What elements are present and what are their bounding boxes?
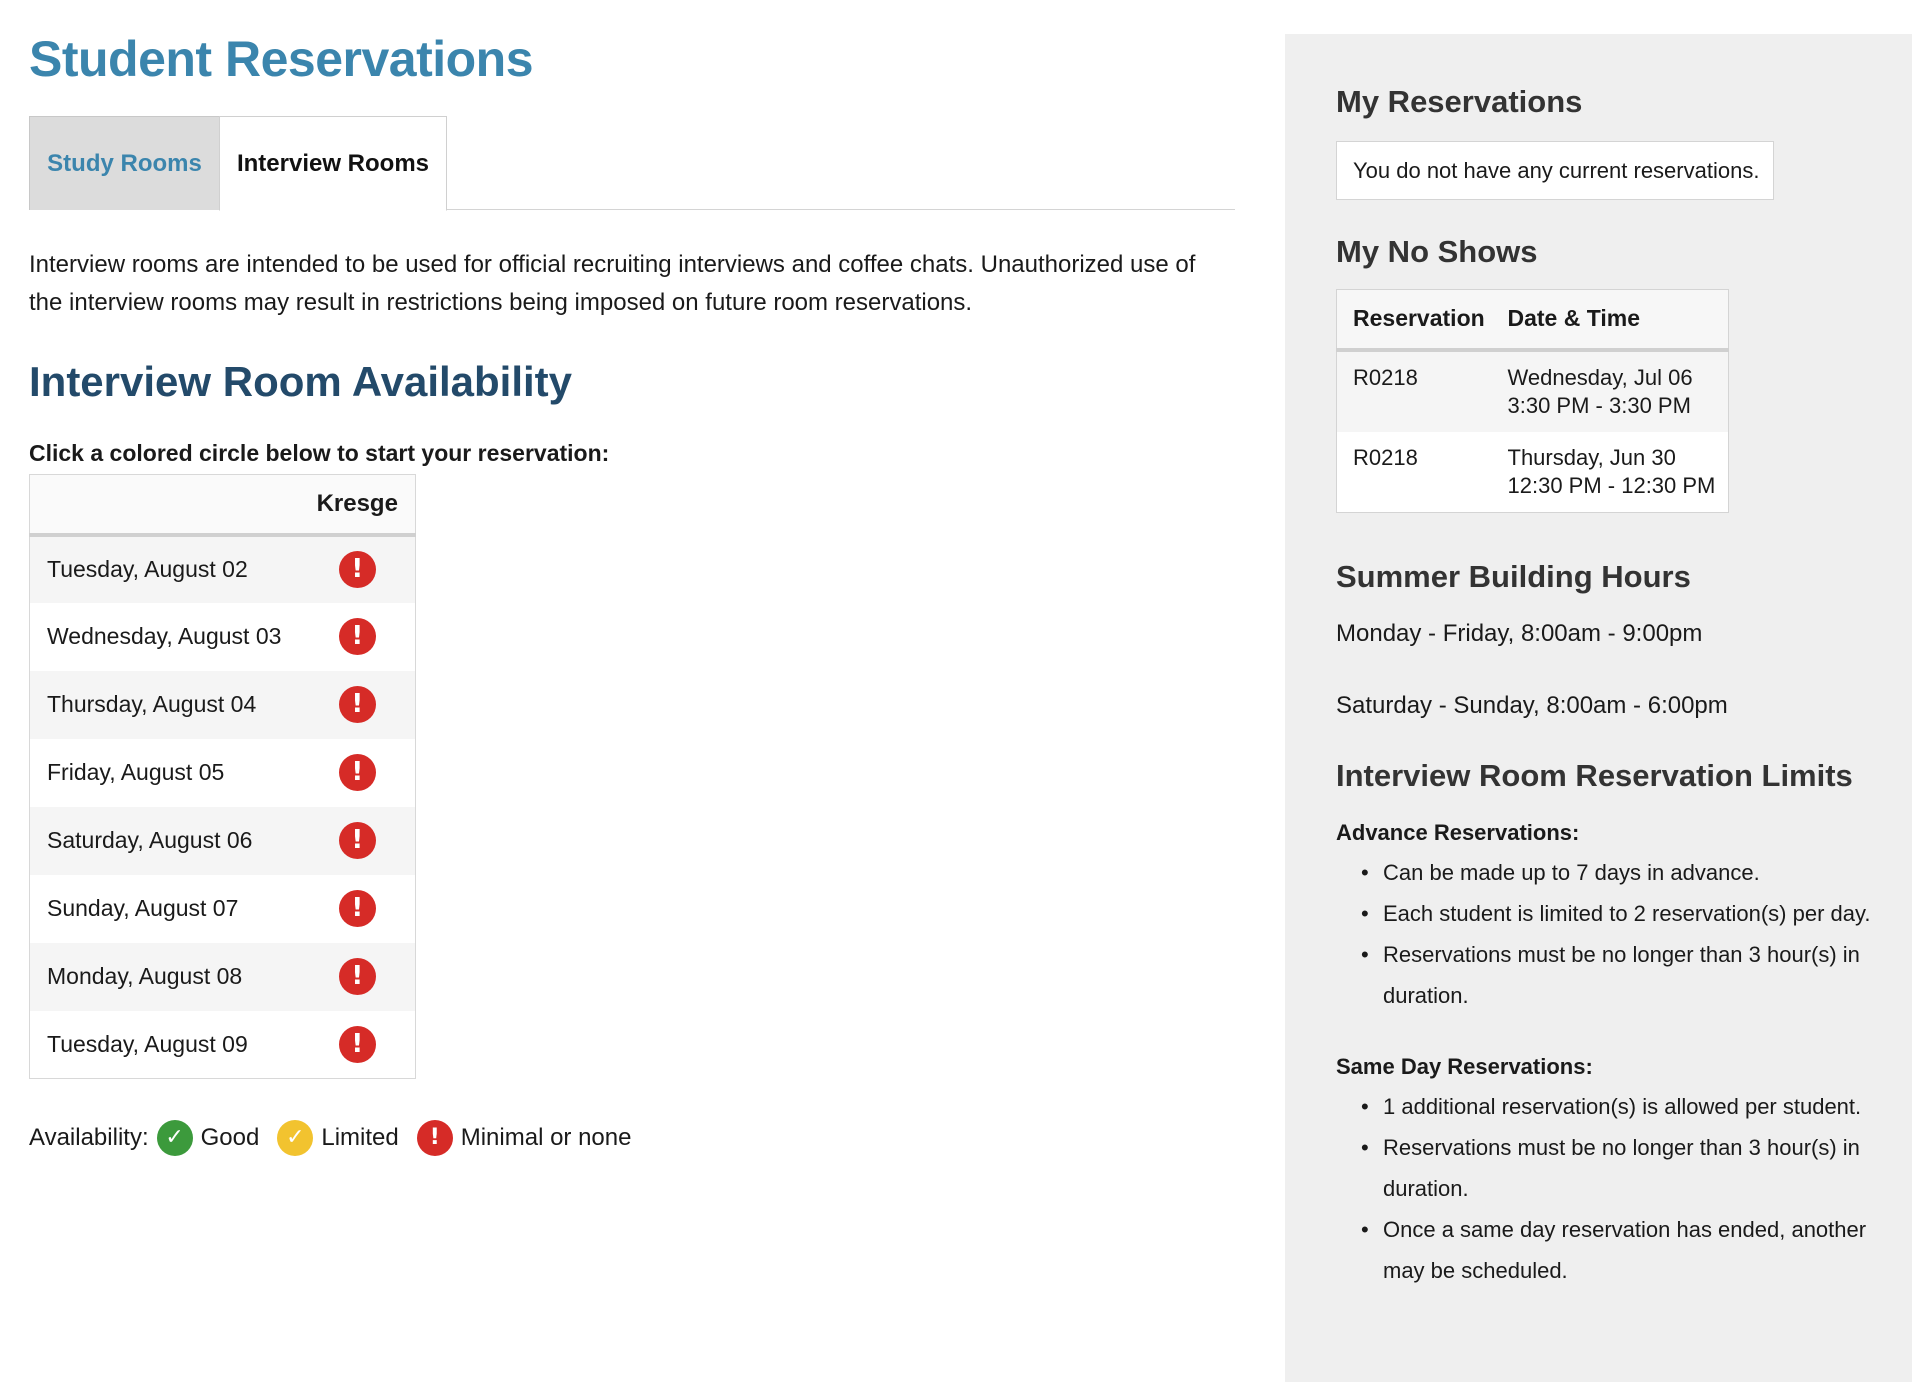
exclamation-icon[interactable]: ! [338, 686, 376, 723]
reservation-time: 12:30 PM - 12:30 PM [1507, 472, 1716, 498]
reservation-id: R0218 [1336, 349, 1492, 432]
reservation-instruction: Click a colored circle below to start yo… [29, 440, 610, 466]
legend-good-label: Good [200, 1124, 260, 1151]
intro-text: Interview rooms are intended to be used … [29, 251, 1196, 316]
no-shows-heading: My No Shows [1336, 234, 1538, 269]
list-item: Each student is limited to 2 reservation… [1353, 893, 1893, 934]
exclamation-icon[interactable]: ! [338, 551, 376, 588]
date-column-header [29, 474, 300, 537]
table-row: R0218 Thursday, Jun 30 12:30 PM - 12:30 PM [1336, 431, 1729, 512]
availability-legend: Availability: ✓ Good ✓ Limited ! Minimal… [29, 1120, 649, 1156]
tab-study-rooms[interactable]: Study Rooms [29, 116, 220, 210]
availability-status-cell: ! [299, 1010, 416, 1079]
check-icon: ✓ [277, 1120, 314, 1156]
availability-status-cell: ! [299, 738, 416, 807]
list-item: Can be made up to 7 days in advance. [1353, 852, 1893, 893]
availability-date: Monday, August 08 [29, 942, 300, 1011]
advance-reservations-list: Can be made up to 7 days in advance.Each… [1353, 852, 1893, 1016]
availability-date: Tuesday, August 02 [29, 534, 300, 603]
reservation-datetime: Wednesday, Jul 06 3:30 PM - 3:30 PM [1491, 349, 1729, 432]
room-type-tabs: Study Rooms Interview Rooms [29, 116, 1235, 211]
exclamation-icon: ! [416, 1120, 453, 1156]
no-shows-table: Reservation Date & Time R0218 Wednesday, … [1336, 289, 1729, 513]
list-item: Once a same day reservation has ended, a… [1353, 1209, 1893, 1291]
table-row: Wednesday, August 03! [29, 602, 416, 671]
exclamation-icon[interactable]: ! [338, 890, 376, 927]
reservation-date: Thursday, Jun 30 [1507, 444, 1676, 470]
exclamation-icon[interactable]: ! [338, 754, 376, 791]
weekday-hours: Monday - Friday, 8:00am - 9:00pm [1336, 620, 1703, 647]
availability-date: Tuesday, August 09 [29, 1010, 300, 1079]
availability-status-cell: ! [299, 942, 416, 1011]
table-row: Sunday, August 07! [29, 874, 416, 943]
advance-reservations-heading: Advance Reservations: [1336, 820, 1580, 845]
list-item: Reservations must be no longer than 3 ho… [1353, 1127, 1893, 1209]
table-row: Tuesday, August 09! [29, 1010, 416, 1079]
availability-status-cell: ! [299, 874, 416, 943]
my-reservations-heading: My Reservations [1336, 84, 1583, 119]
availability-status-cell: ! [299, 602, 416, 671]
availability-date: Wednesday, August 03 [29, 602, 300, 671]
weekend-hours: Saturday - Sunday, 8:00am - 6:00pm [1336, 692, 1728, 719]
exclamation-icon[interactable]: ! [338, 822, 376, 859]
datetime-column-header: Date & Time [1491, 289, 1729, 352]
tab-interview-rooms[interactable]: Interview Rooms [219, 116, 447, 211]
table-row: Tuesday, August 02! [29, 534, 416, 603]
reservation-datetime: Thursday, Jun 30 12:30 PM - 12:30 PM [1491, 431, 1729, 512]
building-hours-heading: Summer Building Hours [1336, 559, 1691, 594]
table-row: Friday, August 05! [29, 738, 416, 807]
check-icon: ✓ [156, 1120, 193, 1156]
sidebar: My Reservations You do not have any curr… [1285, 34, 1912, 1382]
availability-date: Friday, August 05 [29, 738, 300, 807]
availability-date: Sunday, August 07 [29, 874, 300, 943]
legend-label: Availability: [29, 1124, 149, 1151]
same-day-reservations-heading: Same Day Reservations: [1336, 1054, 1593, 1079]
same-day-reservations-list: 1 additional reservation(s) is allowed p… [1353, 1086, 1893, 1291]
availability-heading: Interview Room Availability [29, 358, 573, 405]
table-row: Saturday, August 06! [29, 806, 416, 875]
reservation-column-header: Reservation [1336, 289, 1492, 352]
availability-status-cell: ! [299, 806, 416, 875]
exclamation-icon[interactable]: ! [338, 1025, 376, 1063]
exclamation-icon[interactable]: ! [338, 958, 376, 995]
reservation-date: Wednesday, Jul 06 [1507, 364, 1693, 390]
availability-status-cell: ! [299, 534, 416, 603]
no-reservations-message: You do not have any current reservations… [1336, 141, 1774, 200]
exclamation-icon[interactable]: ! [338, 618, 376, 655]
page-title: Student Reservations [29, 31, 534, 87]
legend-limited-label: Limited [321, 1124, 399, 1151]
reservation-id: R0218 [1336, 431, 1492, 512]
table-row: Monday, August 08! [29, 942, 416, 1011]
list-item: Reservations must be no longer than 3 ho… [1353, 934, 1893, 1016]
legend-minimal-label: Minimal or none [460, 1124, 632, 1151]
availability-table: Kresge Tuesday, August 02! Wednesday, Aug… [29, 474, 416, 1079]
list-item: 1 additional reservation(s) is allowed p… [1353, 1086, 1893, 1127]
availability-status-cell: ! [299, 670, 416, 739]
availability-date: Thursday, August 04 [29, 670, 300, 739]
reservation-time: 3:30 PM - 3:30 PM [1507, 392, 1691, 418]
availability-date: Saturday, August 06 [29, 806, 300, 875]
table-row: Thursday, August 04! [29, 670, 416, 739]
table-row: R0218 Wednesday, Jul 06 3:30 PM - 3:30 PM [1336, 349, 1729, 432]
room-column-header: Kresge [299, 474, 416, 537]
reservation-limits-heading: Interview Room Reservation Limits [1336, 758, 1853, 793]
